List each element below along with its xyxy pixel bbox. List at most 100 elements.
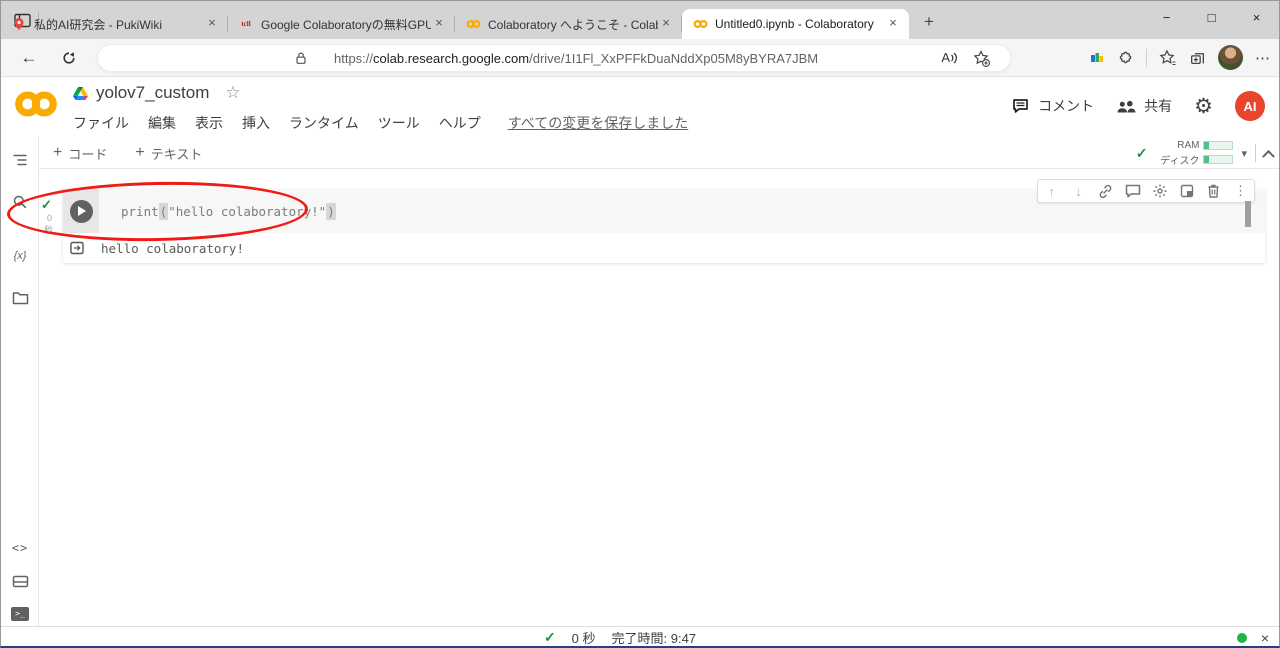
back-button[interactable]: ←	[17, 46, 41, 70]
resources-cluster: ✓ RAM ディスク ▾	[1136, 137, 1273, 169]
status-bar: ✓ 0 秒 完了時間: 9:47 ×	[1, 626, 1279, 647]
output-icon[interactable]	[69, 240, 85, 256]
cell-menu-icon[interactable]: ⋮	[1232, 183, 1249, 200]
window-controls: − □ ×	[1144, 1, 1279, 33]
chevron-down-icon[interactable]: ▾	[1241, 147, 1247, 160]
menu-view[interactable]: 表示	[195, 113, 223, 133]
add-text-button[interactable]: + テキスト	[135, 144, 202, 163]
comment-button[interactable]: コメント	[1012, 96, 1094, 116]
files-folder-icon[interactable]	[1, 285, 39, 311]
menu-help[interactable]: ヘルプ	[439, 113, 481, 133]
close-icon[interactable]: ×	[204, 16, 220, 32]
lock-icon[interactable]	[294, 51, 308, 66]
address-bar[interactable]: https://colab.research.google.com/drive/…	[97, 44, 1011, 72]
cell-output-row: hello colaboratory!	[63, 233, 1265, 263]
connection-dot-icon	[1237, 633, 1247, 643]
share-button[interactable]: 共有	[1116, 96, 1172, 116]
status-check-icon: ✓	[544, 629, 556, 646]
url-text[interactable]: https://colab.research.google.com/drive/…	[334, 51, 818, 66]
extension-favicon[interactable]	[1090, 51, 1104, 65]
notebook-area: ✓ 0 秒 print("hello colaboratory!") hello…	[39, 169, 1280, 626]
cell-settings-gear-icon[interactable]	[1151, 183, 1168, 200]
menu-edit[interactable]: 編集	[148, 113, 176, 133]
status-completed-time: 完了時間: 9:47	[612, 628, 697, 647]
collections-icon[interactable]	[1189, 49, 1206, 66]
menu-bar: ファイル 編集 表示 挿入 ランタイム ツール ヘルプ すべての変更を保存しまし…	[73, 113, 688, 133]
menu-runtime[interactable]: ランタイム	[289, 113, 359, 133]
close-icon[interactable]: ×	[431, 16, 447, 32]
favorites-icon[interactable]	[1159, 49, 1177, 67]
tab-bar: 私的AI研究会 - PukiWiki × tcll Google Colabor…	[1, 1, 1279, 39]
comment-label: コメント	[1038, 96, 1094, 116]
ram-gauge	[1203, 141, 1233, 150]
close-window-button[interactable]: ×	[1234, 1, 1279, 33]
colab-header: yolov7_custom ☆ ファイル 編集 表示 挿入 ランタイム ツール …	[1, 77, 1279, 137]
connected-check-icon: ✓	[1136, 145, 1148, 162]
close-icon[interactable]: ×	[885, 16, 901, 32]
terminal-icon[interactable]: >_	[1, 601, 39, 627]
minimize-button[interactable]: −	[1144, 1, 1189, 33]
notebook-title[interactable]: yolov7_custom	[96, 83, 209, 103]
notebook-toolbar: + コード + テキスト ✓ RAM ディスク ▾	[39, 137, 1280, 169]
menu-insert[interactable]: 挿入	[242, 113, 270, 133]
delete-cell-trash-icon[interactable]	[1205, 183, 1222, 200]
tab-title: 私的AI研究会 - PukiWiki	[34, 16, 204, 33]
divider	[1146, 49, 1147, 67]
mirror-cell-icon[interactable]	[1178, 183, 1195, 200]
colab-favicon-icon	[692, 16, 708, 32]
table-of-contents-icon[interactable]	[1, 147, 39, 173]
ram-label: RAM	[1155, 140, 1199, 151]
move-cell-down-icon[interactable]: ↓	[1070, 183, 1087, 200]
add-code-button[interactable]: + コード	[53, 144, 107, 163]
tab-colab-welcome[interactable]: Colaboratory へようこそ - Colabora ×	[455, 9, 682, 39]
variables-icon[interactable]: {x}	[1, 243, 39, 269]
menu-tools[interactable]: ツール	[378, 113, 420, 133]
refresh-icon[interactable]	[57, 46, 81, 70]
tab-pukiwiki[interactable]: 私的AI研究会 - PukiWiki ×	[1, 9, 228, 39]
colab-logo-icon[interactable]	[13, 88, 59, 120]
maximize-button[interactable]: □	[1189, 1, 1234, 33]
save-status-link[interactable]: すべての変更を保存しました	[508, 113, 688, 133]
header-actions: コメント 共有 ⚙ AI	[1012, 91, 1265, 121]
extensions-puzzle-icon[interactable]	[1116, 49, 1134, 67]
colab-favicon-icon	[465, 16, 481, 32]
divider	[1255, 144, 1256, 162]
move-cell-up-icon[interactable]: ↑	[1043, 183, 1060, 200]
plus-icon: +	[53, 144, 62, 162]
disk-gauge	[1203, 155, 1233, 164]
tab-title: Google Colaboratoryの無料GPU環	[261, 16, 431, 33]
scrollbar-thumb[interactable]	[1245, 201, 1251, 227]
browser-menu-icon[interactable]: ⋯	[1255, 49, 1271, 67]
add-favorite-icon[interactable]	[973, 50, 990, 67]
read-aloud-icon[interactable]: A	[941, 50, 958, 65]
comment-cell-icon[interactable]	[1124, 183, 1141, 200]
output-text: hello colaboratory!	[63, 241, 244, 256]
plus-icon: +	[135, 144, 144, 162]
site-favicon: tcll	[238, 16, 254, 32]
tab-untitled-notebook[interactable]: Untitled0.ipynb - Colaboratory ×	[682, 9, 909, 39]
browser-window: 私的AI研究会 - PukiWiki × tcll Google Colabor…	[0, 0, 1280, 648]
new-tab-button[interactable]: +	[915, 8, 943, 36]
account-avatar[interactable]: AI	[1235, 91, 1265, 121]
menu-file[interactable]: ファイル	[73, 113, 129, 133]
star-icon[interactable]: ☆	[225, 83, 240, 103]
code-snippets-icon[interactable]: <>	[1, 535, 39, 561]
settings-gear-icon[interactable]: ⚙	[1194, 94, 1213, 119]
close-icon[interactable]: ×	[658, 16, 674, 32]
browser-profile-avatar[interactable]	[1218, 45, 1243, 70]
link-cell-icon[interactable]	[1097, 183, 1114, 200]
statusbar-close-icon[interactable]: ×	[1261, 630, 1269, 646]
command-palette-icon[interactable]	[1, 568, 39, 594]
cell-toolbar: ↑ ↓ ⋮	[1037, 179, 1255, 203]
resource-gauges[interactable]: RAM ディスク	[1155, 140, 1233, 167]
address-bar-row: ← https://colab.research.google.com/driv…	[1, 39, 1279, 77]
tab-gpu-article[interactable]: tcll Google Colaboratoryの無料GPU環 ×	[228, 9, 455, 39]
add-text-label: テキスト	[151, 144, 203, 163]
drive-icon	[73, 87, 88, 100]
pin-icon	[11, 16, 27, 32]
status-duration: 0 秒	[572, 628, 596, 647]
tab-title: Untitled0.ipynb - Colaboratory	[715, 17, 885, 31]
tab-title: Colaboratory へようこそ - Colabora	[488, 16, 658, 33]
collapse-header-icon[interactable]	[1262, 149, 1275, 162]
share-label: 共有	[1144, 96, 1172, 116]
